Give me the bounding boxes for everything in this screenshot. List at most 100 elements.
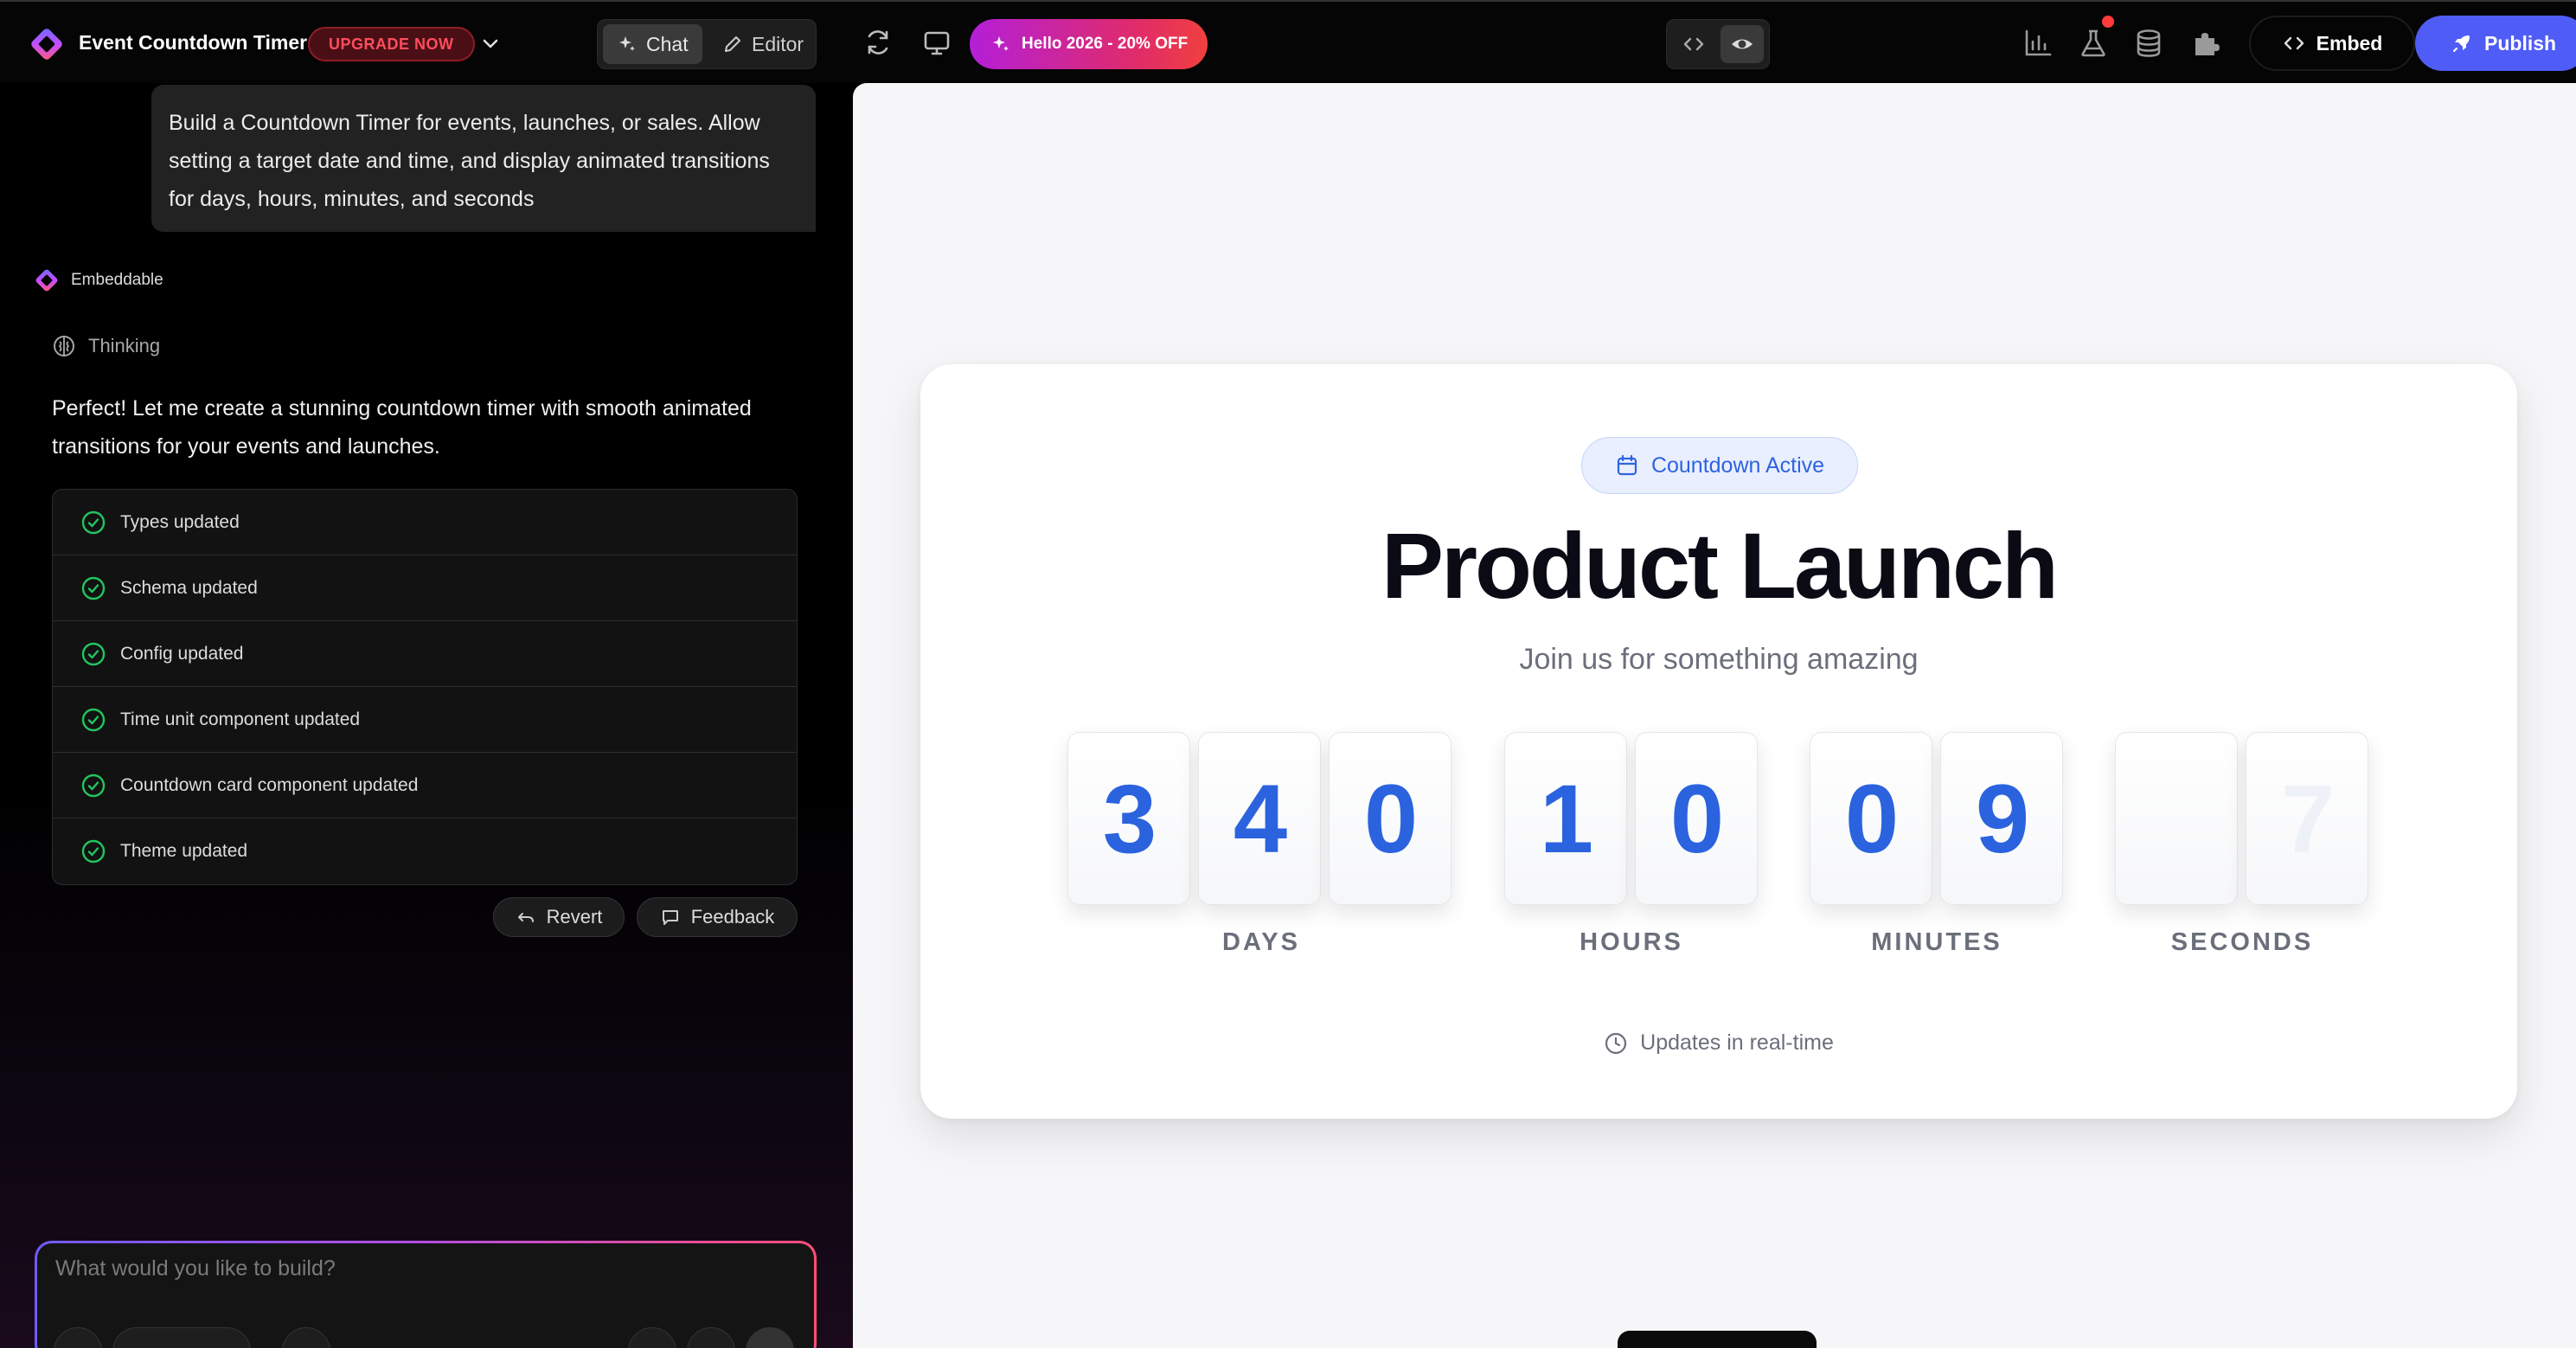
check-circle-icon [81, 510, 106, 534]
refresh-icon[interactable] [862, 26, 894, 59]
digit: 3 [1102, 765, 1157, 873]
publish-label: Publish [2484, 31, 2557, 55]
revert-button[interactable]: Revert [493, 897, 625, 937]
upgrade-button[interactable]: UPGRADE NOW [308, 27, 475, 61]
realtime-label: Updates in real-time [1640, 1030, 1834, 1055]
digit-card: 0 [1635, 732, 1758, 905]
rocket-icon [2452, 35, 2470, 53]
list-item: Theme updated [53, 818, 797, 884]
digit: 0 [2116, 733, 2237, 776]
brain-icon [54, 336, 74, 356]
model-select[interactable] [112, 1327, 251, 1348]
list-item: Config updated [53, 621, 797, 687]
update-label: Countdown card component updated [120, 774, 419, 795]
update-label: Theme updated [120, 841, 248, 861]
update-label: Config updated [120, 643, 244, 664]
unit-label-hours: HOURS [1580, 928, 1683, 956]
status-badge: Countdown Active [1581, 437, 1858, 494]
embed-button[interactable]: Embed [2249, 16, 2415, 71]
assistant-header: Embeddable [35, 268, 163, 292]
promo-label: Hello 2026 - 20% OFF [1022, 35, 1189, 53]
digit-card: 3 [1067, 732, 1190, 905]
flask-icon[interactable] [2076, 26, 2111, 61]
puzzle-icon[interactable] [2188, 26, 2223, 61]
digit: 1 [1539, 765, 1594, 873]
check-circle-icon [81, 708, 106, 731]
check-circle-icon [81, 576, 106, 600]
preview-view-button[interactable] [1721, 25, 1764, 63]
digit-incoming: 0 [2116, 863, 2237, 904]
chat-panel: Build a Countdown Timer for events, laun… [0, 83, 853, 1348]
assistant-name: Embeddable [71, 271, 163, 289]
tab-editor-label: Editor [752, 32, 804, 55]
prompt-input[interactable] [55, 1256, 782, 1281]
digit-card: 0 [1329, 732, 1451, 905]
digit-card: 1 [1504, 732, 1627, 905]
code-icon [1683, 37, 1704, 51]
notification-dot [2102, 16, 2114, 28]
diamond-logo-icon [35, 269, 58, 292]
digit-card: 0 [1810, 732, 1932, 905]
thinking-label: Thinking [88, 335, 161, 356]
tab-chat-label: Chat [646, 32, 689, 55]
list-item: Types updated [53, 490, 797, 555]
unit-label-minutes: MINUTES [1871, 928, 2002, 956]
user-message: Build a Countdown Timer for events, laun… [151, 85, 816, 232]
thinking-toggle[interactable]: Thinking [52, 334, 160, 358]
view-toggle [1666, 19, 1770, 69]
prompt-box [35, 1241, 817, 1348]
sparkle-icon [993, 36, 1009, 51]
digit-card: 4 [1198, 732, 1321, 905]
update-label: Schema updated [120, 577, 258, 598]
page-subtitle: Join us for something amazing [1519, 643, 1919, 676]
digit: 4 [1233, 765, 1288, 873]
undo-icon [517, 913, 534, 922]
tab-chat[interactable]: Chat [603, 24, 702, 64]
digit: 0 [1669, 765, 1725, 873]
eye-icon [1732, 39, 1753, 49]
check-circle-icon [81, 773, 106, 797]
embed-label: Embed [2316, 31, 2383, 55]
revert-label: Revert [546, 906, 603, 928]
calendar-icon [1617, 454, 1637, 476]
feedback-button[interactable]: Feedback [637, 897, 798, 937]
unit-label-days: DAYS [1222, 928, 1300, 956]
check-circle-icon [81, 642, 106, 665]
pencil-icon [725, 36, 740, 52]
update-list: Types updated Schema updated Config upda… [52, 489, 798, 885]
diamond-logo-icon[interactable] [29, 27, 64, 61]
clock-icon [1605, 1032, 1627, 1054]
publish-button[interactable]: Publish [2415, 16, 2576, 71]
digit-incoming: 7 [2280, 765, 2336, 873]
update-label: Time unit component updated [120, 709, 361, 729]
feedback-label: Feedback [690, 906, 775, 928]
bottom-widget-tab[interactable] [1618, 1331, 1817, 1348]
code-view-button[interactable] [1672, 25, 1715, 63]
bar-chart-icon[interactable] [2021, 26, 2055, 61]
countdown-card: Countdown Active Product Launch Join us … [920, 364, 2517, 1119]
monitor-icon[interactable] [920, 26, 953, 59]
code-icon [2284, 36, 2304, 50]
digit-card: 0 0 [2115, 732, 2238, 905]
list-item: Schema updated [53, 555, 797, 621]
top-bar: Event Countdown Timer UPGRADE NOW Chat E… [0, 0, 2576, 83]
app-title: Event Countdown Timer [79, 31, 308, 54]
status-label: Countdown Active [1650, 453, 1825, 478]
database-icon[interactable] [2131, 26, 2166, 61]
promo-banner[interactable]: Hello 2026 - 20% OFF [970, 19, 1208, 69]
list-item: Time unit component updated [53, 687, 797, 753]
unit-label-seconds: SECONDS [2170, 928, 2314, 956]
preview-pane: Countdown Active Product Launch Join us … [853, 83, 2576, 1348]
update-label: Types updated [120, 511, 240, 532]
list-item: Countdown card component updated [53, 753, 797, 818]
sparkle-icon [619, 36, 635, 51]
tab-editor[interactable]: Editor [708, 24, 817, 64]
chevron-down-icon[interactable] [478, 31, 503, 55]
mode-toggle: Chat Editor [597, 19, 817, 69]
digit: 0 [1844, 765, 1900, 873]
digit-card: 9 [1940, 732, 2063, 905]
digit-card: 7 7 [2246, 732, 2368, 905]
check-circle-icon [81, 839, 106, 863]
page-title: Product Launch [1381, 513, 2059, 618]
assistant-reply: Perfect! Let me create a stunning countd… [52, 396, 752, 459]
